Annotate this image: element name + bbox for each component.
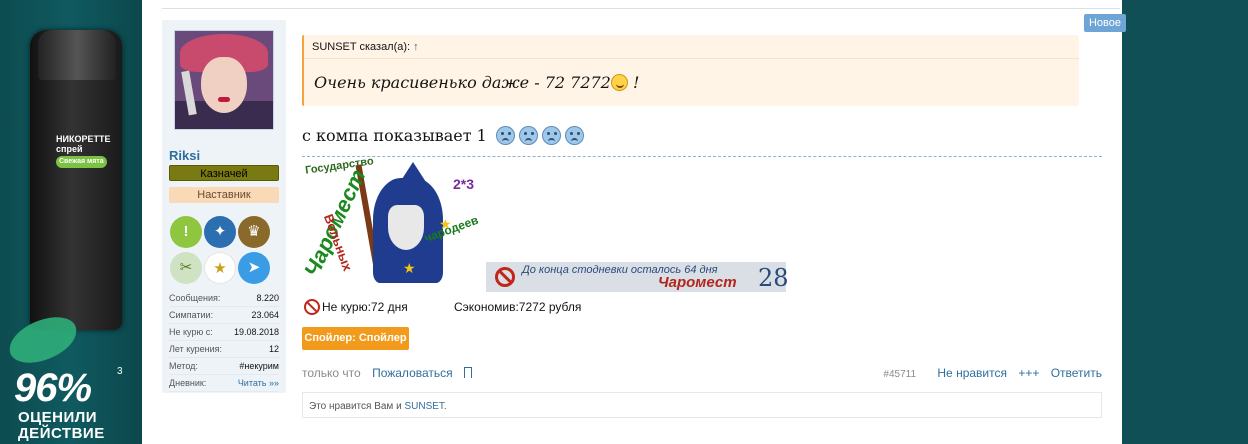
quote-header: SUNSET сказал(а): ↑ (312, 41, 419, 53)
quote-text-tail: ! (632, 73, 640, 92)
stat-label: Метод: (169, 361, 198, 371)
username-link[interactable]: Riksi (169, 148, 200, 163)
quit-stats-bar: Не курю:72 дня Сэкономив:7272 рубля (302, 296, 632, 318)
ad-claim-line2: ДЕЙСТВИЕ (18, 425, 105, 442)
trophy-telegram-icon[interactable]: ➤ (238, 252, 270, 284)
sad-smiley-icon (518, 126, 538, 145)
user-stats: Сообщения: 8.220 Симпатии: 23.064 Не курю … (169, 290, 279, 392)
sad-smiley-icon (495, 126, 515, 145)
spoiler-button[interactable]: Спойлер: Спойлер (302, 327, 409, 350)
post-time[interactable]: только что (302, 366, 361, 380)
quote-jump-arrow-icon[interactable]: ↑ (413, 41, 419, 53)
mint-leaf-image (4, 311, 82, 369)
stat-row: Лет курения: 12 (169, 341, 279, 358)
wizard-hat (391, 162, 435, 196)
stat-row: Дневник: Читать »» (169, 375, 279, 392)
user-title-mentor: Наставник (169, 187, 279, 203)
quote-text: Очень красивенько даже - 72 7272 ! (314, 73, 639, 92)
new-post-badge: Новое (1084, 14, 1126, 32)
countdown-name: Чаромест (658, 274, 737, 291)
stat-row: Не курю с: 19.08.2018 (169, 324, 279, 341)
bookmark-icon[interactable] (463, 367, 472, 378)
ad-claim-line1: ОЦЕНИЛИ (18, 409, 98, 426)
user-title-treasurer: Казначей (169, 165, 279, 181)
stat-value: 23.064 (251, 310, 279, 320)
ad-brand-tag: Свежая мята (56, 156, 107, 168)
post-footer-left: только что Пожаловаться (302, 366, 472, 380)
nicorette-ad-banner[interactable]: НИКОРЕТТЕ спрей Свежая мята 96% 3 ОЦЕНИЛ… (0, 0, 142, 444)
logo-text-number: 2*3 (453, 176, 475, 192)
sad-smiley-icon (564, 126, 584, 145)
ad-brand: НИКОРЕТТЕ спрей Свежая мята (56, 134, 116, 168)
ad-percent: 96% (14, 366, 92, 410)
money-saved: Сэкономив:7272 рубля (454, 300, 582, 314)
ad-claim: ОЦЕНИЛИ ДЕЙСТВИЕ (18, 410, 105, 442)
likes-summary: Это нравится Вам и SUNSET. (302, 392, 1102, 418)
wizard-beard (388, 205, 424, 250)
message-body: с компа показывает 1 (302, 126, 584, 145)
user-info-card: Riksi Казначей Наставник ! ✦ ♛ ✂ ★ ➤ Соо… (162, 20, 286, 393)
stat-label: Дневник: (169, 378, 207, 388)
stat-value: #некурим (239, 361, 279, 371)
stat-value: 12 (268, 344, 279, 354)
stat-value: 19.08.2018 (233, 327, 279, 337)
avatar[interactable] (174, 30, 274, 130)
reply-link[interactable]: Ответить (1051, 366, 1102, 380)
likes-suffix: . (443, 401, 447, 412)
grin-smiley-icon (610, 74, 628, 91)
trophy-scissors-icon[interactable]: ✂ (170, 252, 202, 284)
plus-link[interactable]: +++ (1018, 366, 1039, 380)
stat-row: Сообщения: 8.220 (169, 290, 279, 307)
star-icon: ★ (403, 260, 416, 276)
diary-link[interactable]: Читать »» (238, 375, 279, 391)
quote-block: SUNSET сказал(а): ↑ Очень красивенько да… (302, 35, 1079, 106)
no-smoking-icon (495, 267, 515, 287)
ad-footnote-mark: 3 (117, 366, 123, 377)
top-divider (162, 8, 1120, 9)
quote-text-content: Очень красивенько даже - 72 7272 (314, 73, 611, 92)
dislike-link[interactable]: Не нравится (937, 366, 1007, 380)
countdown-number: 28 (758, 264, 789, 292)
no-smoking-icon (304, 299, 320, 315)
post-footer-right: #45711 Не нравится +++ Ответить (875, 366, 1102, 380)
avatar-face (201, 57, 247, 113)
quote-author[interactable]: SUNSET сказал(а): (312, 41, 410, 53)
avatar-lips (218, 97, 230, 102)
stat-label: Не курю с: (169, 327, 213, 337)
likes-user-link[interactable]: SUNSET (404, 401, 443, 412)
quote-separator (304, 58, 1079, 59)
stat-label: Сообщения: (169, 293, 221, 303)
stat-value: 8.220 (256, 293, 279, 303)
ad-brand-sub: спрей (56, 144, 83, 154)
stat-label: Симпатии: (169, 310, 214, 320)
likes-prefix: Это нравится Вам и (309, 401, 405, 412)
stat-label: Лет курения: (169, 344, 223, 354)
spray-cap-image (38, 30, 116, 80)
countdown-banner: До конца стодневки осталось 64 дня Чаром… (486, 262, 789, 292)
trophy-medal-icon[interactable]: ★ (204, 252, 236, 284)
days-not-smoking: Не курю:72 дня (322, 300, 408, 314)
signature-divider (302, 156, 1102, 157)
right-background (1122, 0, 1248, 444)
stat-row: Метод: #некурим (169, 358, 279, 375)
star-icon: ★ (439, 216, 452, 232)
trophy-cup-icon[interactable]: ♛ (238, 216, 270, 248)
report-link[interactable]: Пожаловаться (372, 366, 453, 380)
sad-smiley-icon (541, 126, 561, 145)
stat-row: Симпатии: 23.064 (169, 307, 279, 324)
post-number[interactable]: #45711 (883, 369, 916, 380)
trophy-people-icon[interactable]: ✦ (204, 216, 236, 248)
trophy-exclamation-icon[interactable]: ! (170, 216, 202, 248)
message-text: с компа показывает 1 (302, 126, 487, 145)
signature-logo-image: Государство Чаромест Вольных чародеев 2*… (299, 155, 481, 286)
ad-brand-name: НИКОРЕТТЕ (56, 134, 111, 144)
